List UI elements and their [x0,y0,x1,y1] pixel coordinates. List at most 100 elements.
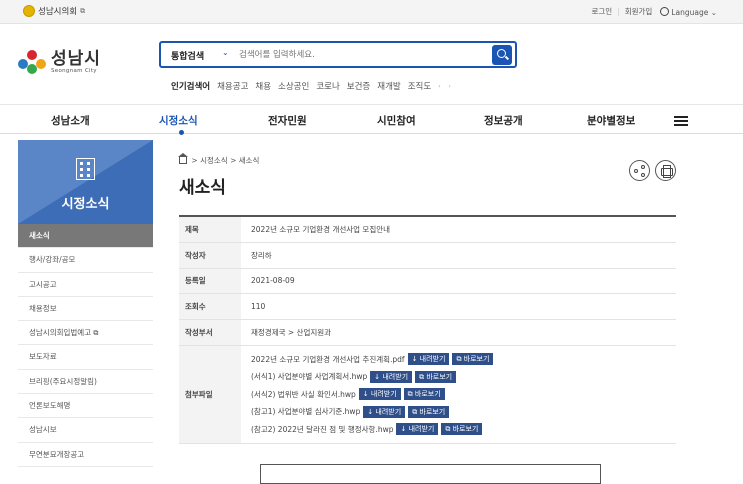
breadcrumb-item: 새소식 [238,156,260,165]
view-label: 바로보기 [419,407,446,416]
globe-icon [660,6,670,16]
language-selector[interactable]: Language ⌄ [660,6,717,17]
share-icon [641,165,645,169]
signup-link[interactable]: 회원가입 [625,6,653,17]
popular-term[interactable]: 코로나 [316,80,339,92]
city-logo-icon [18,50,46,74]
chevron-down-icon[interactable]: ⌄ [222,48,229,57]
views-value: 110 [251,302,266,312]
download-icon: ↓ [362,390,371,399]
sidebar-title: 시정소식 [61,197,110,212]
council-link[interactable]: 성남시의회 ⧉ [23,5,85,17]
download-icon: ↓ [400,425,409,434]
date-value: 2021-08-09 [251,276,295,286]
nav-item-news[interactable]: 시정소식 [159,113,198,128]
sidebar-item-clarification[interactable]: 언론보도해명 [18,394,153,419]
active-indicator [179,130,184,135]
logo-title: 성남시 [51,49,101,69]
menu-icon[interactable] [674,116,688,126]
author-label: 작성자 [179,242,241,268]
table-row: 첨부파일 2022년 소규모 기업환경 개선사업 추진계획.pdf ↓ 내려받기… [179,345,676,444]
sidebar-item-briefing[interactable]: 브리핑(주요시정알림) [18,369,153,395]
view-button[interactable]: ⧉ 바로보기 [403,388,445,401]
home-icon[interactable] [178,153,188,164]
sidebar-item-gazette[interactable]: 성남시보 [18,418,153,443]
dept-label: 작성부서 [179,320,241,345]
sidebar-item-label: 성남시의회입법예고 [29,328,92,338]
download-button[interactable]: ↓ 내려받기 [358,388,401,401]
download-label: 내려받기 [408,425,435,434]
download-button[interactable]: ↓ 내려받기 [407,353,450,366]
sidebar-item-events[interactable]: 행사/강좌/공모 [18,248,153,273]
share-button[interactable] [629,160,650,181]
search-input[interactable] [239,47,479,63]
view-label: 바로보기 [426,372,453,381]
site-logo[interactable]: 성남시 Seongnam City [18,50,101,74]
view-button[interactable]: ⧉ 바로보기 [452,353,494,366]
popular-term[interactable]: 보건증 [347,80,370,92]
sidebar-item-press[interactable]: 보도자료 [18,345,153,370]
view-button[interactable]: ⧉ 바로보기 [415,370,457,383]
attachment-item: (참고2) 2022년 달라진 점 및 행정사항.hwp ↓ 내려받기 ⧉ 바로… [251,421,483,439]
subject-label: 제목 [179,217,241,242]
popular-term[interactable]: 재개발 [377,80,400,92]
top-links: 로그인 | 회원가입 Language ⌄ [591,6,717,17]
sidebar-item-news[interactable]: 새소식 [18,224,153,249]
popular-term[interactable]: 채용 [255,80,271,92]
council-emblem-icon [23,5,35,17]
search-category-select[interactable]: 통합검색 [171,49,204,62]
attachment-name: (서식1) 사업분야별 사업계획서.hwp [251,372,368,382]
popular-keywords: 인기검색어 채용공고 채용 소상공인 코로나 보건증 재개발 조직도 ‹ › [171,80,454,92]
breadcrumb: > 시정소식 > 새소식 [178,153,676,166]
table-row: 작성자 장리하 [179,242,676,269]
search-bar: 통합검색 ⌄ [159,41,517,68]
view-label: 바로보기 [452,425,479,434]
search-button[interactable] [492,45,512,65]
nav-item-disclosure[interactable]: 정보공개 [484,113,523,128]
view-label: 바로보기 [463,355,490,364]
breadcrumb-item[interactable]: 시정소식 [200,156,228,165]
attachment-name: (참고2) 2022년 달라진 점 및 행정사항.hwp [251,424,394,434]
main-content: > 시정소식 > 새소식 새소식 제목 2022년 소규모 기업환경 개선사업 … [178,153,676,444]
page-title: 새소식 [179,178,226,198]
table-row: 제목 2022년 소규모 기업환경 개선사업 모집안내 [179,217,676,243]
attachment-name: (참고1) 사업분야별 심사기준.hwp [251,407,361,417]
popular-term[interactable]: 조직도 [408,80,431,92]
nav-item-civil[interactable]: 전자민원 [268,113,307,128]
popular-nav-arrows-icon[interactable]: ‹ › [438,83,454,90]
sidebar-item-graves[interactable]: 무연분묘개장공고 [18,442,153,467]
subject-value: 2022년 소규모 기업환경 개선사업 모집안내 [251,224,391,234]
nav-item-fields[interactable]: 분야별정보 [587,113,635,128]
sidebar-item-legislation[interactable]: 성남시의회입법예고 ⧉ [18,321,153,346]
table-row: 작성부서 재정경제국 > 산업지원과 [179,320,676,346]
popular-term[interactable]: 채용공고 [217,80,248,92]
view-button[interactable]: ⧉ 바로보기 [441,423,483,436]
nav-item-participation[interactable]: 시민참여 [377,113,416,128]
views-label: 조회수 [179,294,241,320]
download-button[interactable]: ↓ 내려받기 [363,405,406,418]
download-label: 내려받기 [370,390,397,399]
download-button[interactable]: ↓ 내려받기 [370,370,413,383]
list-button[interactable] [260,464,601,484]
attachment-item: (서식1) 사업분야별 사업계획서.hwp ↓ 내려받기 ⧉ 바로보기 [251,368,457,386]
print-button[interactable] [655,160,676,181]
nav-item-intro[interactable]: 성남소개 [51,113,90,128]
download-label: 내려받기 [375,407,402,416]
download-icon: ↓ [411,355,420,364]
popular-term[interactable]: 소상공인 [278,80,309,92]
view-button[interactable]: ⧉ 바로보기 [408,405,450,418]
logo-subtitle: Seongnam City [51,68,97,74]
download-button[interactable]: ↓ 내려받기 [396,423,439,436]
sidebar-item-notices[interactable]: 고시공고 [18,272,153,297]
attachment-name: 2022년 소규모 기업환경 개선사업 추진계획.pdf [251,354,405,364]
sidebar-hero: 시정소식 [18,140,153,224]
external-link-icon: ⧉ [456,355,464,364]
external-link-icon: ⧉ [80,6,86,15]
files-label: 첨부파일 [179,345,241,443]
login-link[interactable]: 로그인 [591,6,612,17]
external-link-icon: ⧉ [445,425,453,434]
attachment-item: 2022년 소규모 기업환경 개선사업 추진계획.pdf ↓ 내려받기 ⧉ 바로… [251,351,494,369]
popular-label: 인기검색어 [171,82,211,92]
sidebar-item-jobs[interactable]: 채용정보 [18,296,153,322]
attachment-item: (서식2) 법위반 사실 확인서.hwp ↓ 내려받기 ⧉ 바로보기 [251,386,445,404]
